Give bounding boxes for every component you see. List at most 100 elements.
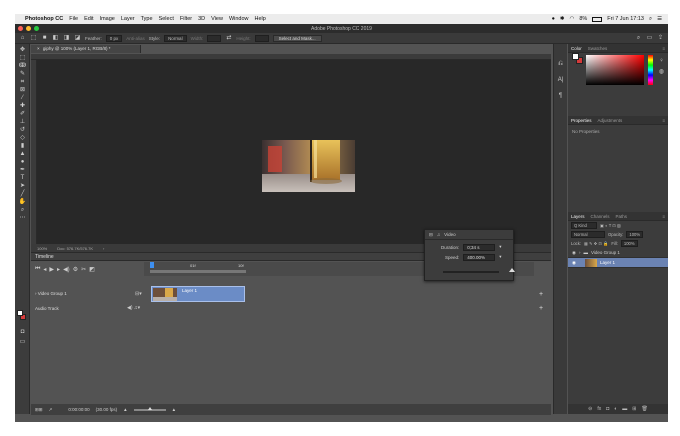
visibility-eye-icon[interactable]: ◉ [572, 250, 576, 256]
marquee-tool-preset-icon[interactable]: ⬚ [30, 35, 37, 42]
clock[interactable]: Fri 7 Jun 17:13 [607, 16, 644, 22]
new-layer-icon[interactable]: ⊞ [632, 406, 636, 412]
lock-icons[interactable]: ▦ ✎ ✥ ⊡ 🔒 [584, 241, 608, 247]
add-audio-plus-icon[interactable]: + [539, 305, 543, 312]
wifi-icon[interactable]: ◠ [570, 16, 575, 22]
menu-select[interactable]: Select [159, 16, 174, 22]
first-frame-icon[interactable]: ⏮ [35, 266, 40, 273]
filter-kind-select[interactable]: Q Kind [571, 222, 597, 229]
menu-layer[interactable]: Layer [121, 16, 135, 22]
subtract-selection-icon[interactable]: ◨ [63, 35, 70, 42]
menu-view[interactable]: View [211, 16, 223, 22]
hue-slider[interactable] [648, 55, 653, 85]
visibility-eye-icon[interactable]: ◉ [572, 260, 576, 266]
eraser-tool-icon[interactable]: ◇ [15, 134, 30, 142]
crop-tool-icon[interactable]: ⌗ [15, 78, 30, 86]
tab-channels[interactable]: Channels [591, 214, 610, 219]
add-mask-icon[interactable]: ◘ [606, 406, 609, 412]
playhead-icon[interactable] [150, 262, 154, 268]
document-tab[interactable]: × giphy @ 100% (Layer 1, RGB/8) * [31, 45, 141, 53]
opacity-input[interactable]: 100% [626, 231, 644, 238]
canvas-area[interactable] [37, 60, 551, 244]
panel-menu-icon[interactable]: ≡ [662, 118, 665, 123]
close-tab-icon[interactable]: × [37, 46, 40, 51]
speed-field[interactable]: 400.00% [463, 253, 496, 261]
timeline-zoom-knob[interactable] [147, 406, 152, 410]
tab-adjustments[interactable]: Adjustments [598, 118, 623, 123]
work-area-bar[interactable] [150, 270, 246, 273]
menu-type[interactable]: Type [141, 16, 153, 22]
blend-mode-select[interactable]: Normal [571, 231, 605, 238]
duration-dropdown-icon[interactable]: ▾ [499, 244, 501, 250]
feather-input[interactable]: 0 px [105, 34, 123, 42]
new-group-icon[interactable]: ▬ [622, 406, 627, 412]
shape-tool-icon[interactable]: ╱ [15, 190, 30, 198]
learn-icon[interactable]: ♀ [655, 58, 668, 64]
eyedropper-tool-icon[interactable]: ⁄ [15, 94, 30, 102]
blur-tool-icon[interactable]: ▲ [15, 150, 30, 158]
fx-icon[interactable]: fx [597, 406, 601, 412]
menu-3d[interactable]: 3D [198, 16, 205, 22]
trash-icon[interactable]: 🗑 [642, 406, 648, 412]
pen-tool-icon[interactable]: ✒ [15, 166, 30, 174]
new-selection-icon[interactable]: ■ [41, 35, 48, 42]
expand-chevron-icon[interactable]: › [35, 291, 37, 296]
marquee-tool-icon[interactable]: ⬚ [15, 54, 30, 62]
quick-mask-icon[interactable]: ◘ [15, 328, 30, 336]
video-group-label[interactable]: › Video Group 1 [35, 291, 67, 296]
history-brush-tool-icon[interactable]: ↺ [15, 126, 30, 134]
swap-dimensions-icon[interactable]: ⇄ [225, 35, 232, 42]
brush-tool-icon[interactable]: ✐ [15, 110, 30, 118]
lasso-tool-icon[interactable]: ↂ [15, 62, 30, 70]
menu-edit[interactable]: Edit [84, 16, 93, 22]
menu-window[interactable]: Window [229, 16, 249, 22]
search-icon[interactable]: ⌕ [635, 35, 642, 42]
layer-row-video-group[interactable]: ◉ › ▬ Video Group 1 [568, 248, 668, 258]
spotlight-icon[interactable]: ⌕ [649, 16, 652, 23]
video-track-menu-icon[interactable]: ⊟▾ [135, 291, 142, 297]
select-and-mask-button[interactable]: Select and Mask... [272, 34, 322, 42]
zoom-level[interactable]: 100% [37, 246, 47, 251]
dodge-tool-icon[interactable]: ● [15, 158, 30, 166]
foreground-color-swatch[interactable] [17, 310, 23, 316]
more-tools-icon[interactable]: ⋯ [15, 214, 30, 222]
style-select[interactable]: Normal [164, 34, 187, 42]
layer-row-layer-1[interactable]: ◉ Layer 1 [568, 258, 668, 268]
convert-frames-icon[interactable]: ⊞⊞ [35, 407, 43, 413]
menu-file[interactable]: File [69, 16, 78, 22]
share-icon[interactable]: ⇪ [657, 35, 664, 42]
expand-chevron-icon[interactable]: › [579, 250, 581, 255]
tab-properties[interactable]: Properties [571, 118, 592, 123]
duration-field[interactable]: 0;34 s [463, 243, 496, 251]
paragraph-panel-icon[interactable]: ¶ [554, 88, 567, 104]
tab-paths[interactable]: Paths [616, 214, 628, 219]
creative-cloud-icon[interactable]: ● [552, 16, 555, 22]
settings-gear-icon[interactable]: ⚙ [73, 266, 78, 273]
battery-percent[interactable]: 8% [579, 16, 587, 22]
battery-icon[interactable] [592, 16, 603, 22]
transition-icon[interactable]: ◩ [89, 266, 95, 273]
libraries-icon[interactable]: ◍ [655, 68, 668, 75]
filter-icons[interactable]: ▣ ◐ T ⊡ ▨ [600, 223, 621, 228]
add-selection-icon[interactable]: ◧ [52, 35, 59, 42]
home-icon[interactable]: ⌂ [19, 35, 26, 42]
screen-mode-icon[interactable]: ▭ [15, 338, 30, 346]
bluetooth-icon[interactable]: ✱ [560, 16, 565, 22]
adjustment-layer-icon[interactable]: ◐ [614, 406, 617, 412]
width-input[interactable] [207, 34, 222, 42]
audio-track-label[interactable]: Audio Track [35, 306, 59, 311]
move-tool-icon[interactable]: ✥ [15, 46, 30, 54]
intersect-selection-icon[interactable]: ◪ [74, 35, 81, 42]
next-frame-icon[interactable]: ▸ [57, 266, 60, 273]
healing-brush-tool-icon[interactable]: ✚ [15, 102, 30, 110]
status-arrow-icon[interactable]: › [103, 246, 104, 251]
play-icon[interactable]: ▶ [49, 266, 54, 273]
tab-swatches[interactable]: Swatches [588, 46, 608, 51]
panel-foreground-swatch[interactable] [572, 53, 579, 60]
hand-tool-icon[interactable]: ✋ [15, 198, 30, 206]
history-panel-icon[interactable]: ⎌ [554, 56, 567, 72]
panel-menu-icon[interactable]: ≡ [662, 46, 665, 51]
video-mode-icon[interactable]: ⊟ [429, 232, 433, 238]
notification-center-icon[interactable]: ☰ [657, 16, 662, 22]
frame-tool-icon[interactable]: ⊠ [15, 86, 30, 94]
